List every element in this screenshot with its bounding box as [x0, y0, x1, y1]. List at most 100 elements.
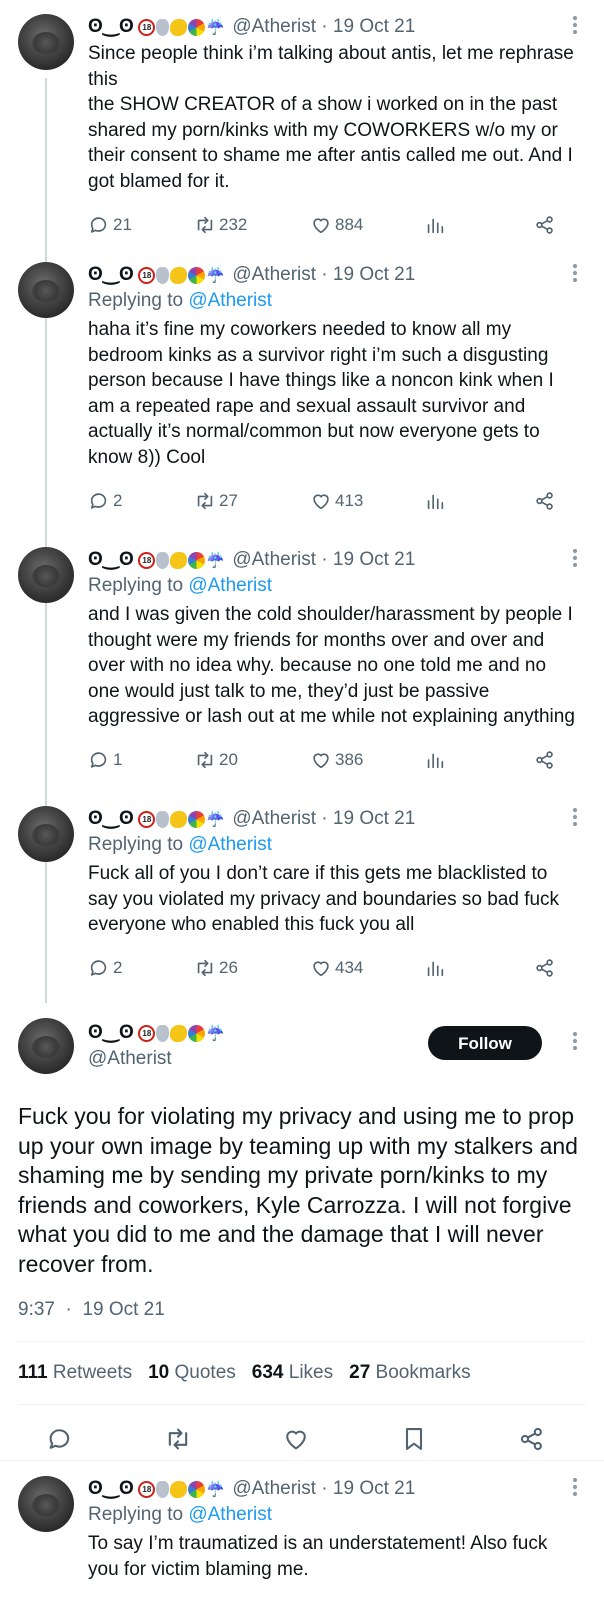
heart-icon [313, 753, 329, 769]
reply-button[interactable]: 1 [88, 746, 122, 774]
retweet-button[interactable]: 20 [194, 746, 238, 774]
rainbow-icon [188, 1480, 206, 1498]
display-name[interactable]: ʘ‿ʘ [88, 548, 134, 572]
tweet-actions: 2 27 413 [88, 487, 582, 515]
handle[interactable]: @Atherist [232, 1477, 316, 1501]
likes-count: 634 [251, 1362, 284, 1383]
thread-tweet-2[interactable]: ʘ‿ʘ 18 ☔ @Atherist · 19 Oct 21 Replying … [0, 262, 604, 515]
retweet-count: 20 [219, 749, 238, 769]
follow-button[interactable]: Follow [428, 1026, 542, 1060]
display-name[interactable]: ʘ‿ʘ [88, 15, 134, 39]
views-button[interactable] [424, 487, 446, 515]
handle[interactable]: @Atherist [232, 548, 316, 572]
tweet-text: Fuck all of you I don’t care if this get… [88, 863, 565, 936]
rainbow-icon [188, 266, 206, 284]
tweet-date[interactable]: 19 Oct 21 [333, 15, 415, 39]
reply-icon [90, 216, 107, 233]
like-button[interactable]: 434 [310, 954, 363, 982]
retweet-icon[interactable] [164, 1425, 192, 1453]
replying-to-link[interactable]: @Atherist [188, 575, 272, 596]
retweet-button[interactable]: 27 [194, 487, 238, 515]
heart-icon[interactable] [282, 1425, 310, 1453]
display-name[interactable]: ʘ‿ʘ [88, 1477, 134, 1501]
more-icon[interactable] [572, 16, 578, 37]
more-icon[interactable] [572, 549, 578, 570]
rainbow-icon [188, 1024, 206, 1042]
retweet-button[interactable]: 232 [194, 211, 247, 239]
bookmarks-stat[interactable]: 27 Bookmarks [349, 1362, 470, 1384]
main-tweet-actions [0, 1405, 604, 1471]
thread-tweet-4[interactable]: ʘ‿ʘ 18 ☔ @Atherist · 19 Oct 21 Replying … [0, 806, 604, 982]
reply-count: 2 [113, 957, 123, 977]
share-button[interactable] [534, 746, 556, 774]
tweet-actions: 1 20 386 [88, 746, 582, 774]
replying-to-link[interactable]: @Atherist [188, 290, 272, 311]
replying-to: Replying to @Atherist [88, 288, 582, 313]
separator-dot: · [316, 1478, 333, 1499]
quotes-stat[interactable]: 10 Quotes [148, 1362, 236, 1384]
hamsa-hand-icon [156, 266, 170, 284]
likes-stat[interactable]: 634 Likes [252, 1362, 333, 1384]
tweet-date[interactable]: 19 Oct 21 [333, 263, 415, 287]
tweet-header: ʘ‿ʘ 18 ☔ @Atherist · 19 Oct 21 [88, 806, 582, 832]
bookmark-icon[interactable] [400, 1425, 428, 1453]
handle[interactable]: @Atherist [232, 807, 316, 831]
like-button[interactable]: 386 [310, 746, 363, 774]
name-emojis: 18 ☔ [138, 1024, 226, 1042]
replying-to-link[interactable]: @Atherist [188, 1504, 272, 1525]
more-icon[interactable] [572, 1478, 578, 1499]
tweet-timestamp[interactable]: 9:37 · 19 Oct 21 [0, 1299, 604, 1321]
views-button[interactable] [424, 211, 446, 239]
replying-to-link[interactable]: @Atherist [188, 834, 272, 855]
display-name[interactable]: ʘ‿ʘ [88, 1021, 134, 1045]
views-button[interactable] [424, 746, 446, 774]
retweet-button[interactable]: 26 [194, 954, 238, 982]
avatar[interactable] [18, 14, 74, 70]
reply-icon[interactable] [46, 1425, 74, 1453]
share-button[interactable] [534, 487, 556, 515]
tweet-header: ʘ‿ʘ 18 ☔ @Atherist · 19 Oct 21 [88, 14, 582, 40]
umbrella-rain-icon: ☔ [206, 1024, 226, 1042]
replying-to: Replying to @Atherist [88, 832, 582, 857]
retweets-stat[interactable]: 111 Retweets [18, 1362, 132, 1384]
hamsa-hand-icon [156, 551, 170, 569]
tweet-date[interactable]: 19 Oct 21 [333, 807, 415, 831]
name-emojis: 18 ☔ [138, 18, 225, 36]
lemon-icon [170, 18, 188, 36]
handle[interactable]: @Atherist [232, 263, 316, 287]
share-button[interactable] [534, 211, 556, 239]
replying-to-label: Replying to [88, 575, 184, 596]
reply-button[interactable]: 2 [88, 954, 122, 982]
avatar[interactable] [18, 1018, 74, 1074]
views-chart-icon [427, 494, 444, 509]
retweets-count: 111 [18, 1362, 48, 1383]
tweet-date[interactable]: 19 Oct 21 [333, 1477, 415, 1501]
more-icon[interactable] [572, 808, 578, 829]
tweet-date[interactable]: 19 Oct 21 [333, 548, 415, 572]
handle[interactable]: @Atherist [232, 15, 316, 39]
avatar[interactable] [18, 806, 74, 862]
more-icon[interactable] [572, 1032, 578, 1053]
avatar[interactable] [18, 262, 74, 318]
name-emojis: 18 ☔ [138, 551, 225, 569]
avatar[interactable] [18, 1476, 74, 1532]
thread-tweet-1[interactable]: ʘ‿ʘ 18 ☔ @Atherist · 19 Oct 21 Since peo… [0, 14, 604, 239]
avatar[interactable] [18, 547, 74, 603]
more-icon[interactable] [572, 264, 578, 285]
thread-tweet-3[interactable]: ʘ‿ʘ 18 ☔ @Atherist · 19 Oct 21 Replying … [0, 547, 604, 774]
likes-label: Likes [288, 1362, 334, 1383]
views-button[interactable] [424, 954, 446, 982]
like-button[interactable]: 413 [310, 487, 363, 515]
reply-tweet[interactable]: ʘ‿ʘ 18 ☔ @Atherist · 19 Oct 21 Replying … [0, 1476, 604, 1582]
like-button[interactable]: 884 [310, 211, 363, 239]
share-icon [536, 491, 553, 510]
share-icon[interactable] [518, 1425, 546, 1453]
share-button[interactable] [534, 954, 556, 982]
display-name[interactable]: ʘ‿ʘ [88, 263, 134, 287]
reply-button[interactable]: 2 [88, 487, 122, 515]
no-under-18-icon: 18 [138, 266, 156, 284]
display-name[interactable]: ʘ‿ʘ [88, 807, 134, 831]
rainbow-icon [188, 551, 206, 569]
main-tweet: ʘ‿ʘ 18 ☔ @Atherist Follow Fuck you for v… [0, 1018, 604, 1471]
reply-button[interactable]: 21 [88, 211, 132, 239]
